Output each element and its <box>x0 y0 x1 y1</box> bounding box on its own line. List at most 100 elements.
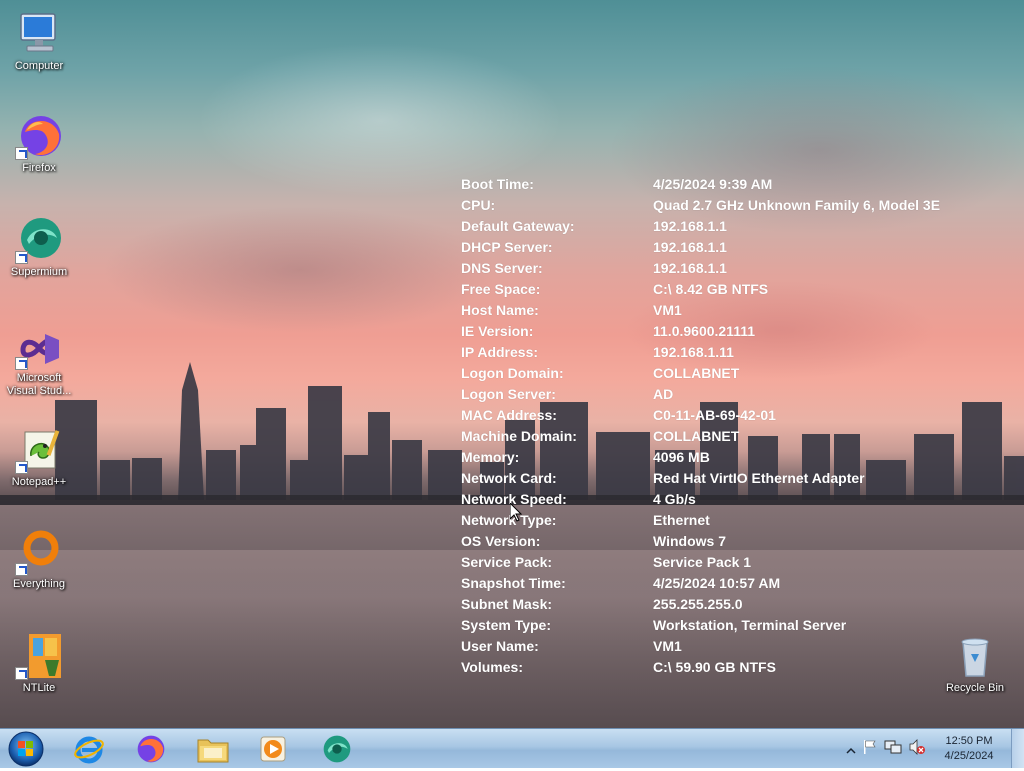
bginfo-label: Memory: <box>461 449 520 465</box>
bginfo-row: DNS Server: 192.168.1.1 <box>461 258 1013 279</box>
bginfo-label: Boot Time: <box>461 176 534 192</box>
desktop-icon-computer[interactable]: Computer <box>1 10 77 73</box>
bginfo-row: Service Pack: Service Pack 1 <box>461 552 1013 573</box>
supermium-icon <box>323 735 351 763</box>
bginfo-value: 11.0.9600.21111 <box>653 323 756 339</box>
shortcut-arrow-icon <box>15 147 28 160</box>
bginfo-value: 4 Gb/s <box>653 491 696 507</box>
bginfo-label: CPU: <box>461 197 496 213</box>
desktop-icon-ntlite[interactable]: NTLite <box>1 632 77 695</box>
bginfo-row: Logon Domain: COLLABNET <box>461 363 1013 384</box>
clock-date: 4/25/2024 <box>944 750 994 762</box>
bginfo-row: Network Type: Ethernet <box>461 510 1013 531</box>
bginfo-row: Host Name: VM1 <box>461 300 1013 321</box>
desktop-icon-visual-studio[interactable]: Microsoft Visual Stud... <box>1 328 77 398</box>
desktop-icon-label: Recycle Bin <box>945 682 1005 694</box>
show-hidden-icons-chevron-icon[interactable] <box>846 741 856 760</box>
clock-time: 12:50 PM <box>945 735 993 747</box>
firefox-icon <box>137 735 165 763</box>
bginfo-value: 4096 MB <box>653 449 710 465</box>
bginfo-value: AD <box>653 386 674 402</box>
bginfo-label: Logon Domain: <box>461 365 564 381</box>
network-icon[interactable] <box>884 739 902 759</box>
desktop-icon-label: Firefox <box>22 162 56 174</box>
shortcut-arrow-icon <box>15 563 28 576</box>
bginfo-label: IP Address: <box>461 344 539 360</box>
bginfo-row: Machine Domain: COLLABNET <box>461 426 1013 447</box>
bginfo-label: OS Version: <box>461 533 541 549</box>
desktop-icon-label: NTLite <box>22 682 56 694</box>
bginfo-value: Workstation, Terminal Server <box>653 617 847 633</box>
bginfo-row: Default Gateway: 192.168.1.1 <box>461 216 1013 237</box>
ntlite-icon <box>15 632 63 680</box>
bginfo-label: Default Gateway: <box>461 218 575 234</box>
bginfo-row: Boot Time: 4/25/2024 9:39 AM <box>461 174 1013 195</box>
bginfo-value: 4/25/2024 9:39 AM <box>653 176 773 192</box>
bginfo-label: System Type: <box>461 617 551 633</box>
desktop-icon-label: Microsoft Visual Stud... <box>6 372 72 397</box>
desktop-icon-label: Notepad++ <box>11 476 67 488</box>
start-button[interactable] <box>6 731 46 767</box>
taskbar-internet-explorer[interactable] <box>64 732 114 766</box>
bginfo-value: C:\ 59.90 GB NTFS <box>653 659 776 675</box>
taskbar-supermium[interactable] <box>312 732 362 766</box>
bginfo-row: Free Space: C:\ 8.42 GB NTFS <box>461 279 1013 300</box>
bginfo-row: Memory: 4096 MB <box>461 447 1013 468</box>
bginfo-label: Volumes: <box>461 659 523 675</box>
bginfo-row: Network Speed: 4 Gb/s <box>461 489 1013 510</box>
volume-muted-icon[interactable] <box>908 739 926 759</box>
internet-explorer-icon <box>74 736 104 764</box>
notepad-plus-plus-icon <box>15 426 63 474</box>
taskbar-media-player[interactable] <box>248 732 298 766</box>
firefox-icon <box>15 112 63 160</box>
visual-studio-icon <box>15 328 63 370</box>
bginfo-row: System Type: Workstation, Terminal Server <box>461 615 1013 636</box>
bginfo-label: Subnet Mask: <box>461 596 553 612</box>
show-desktop-button[interactable] <box>1011 729 1024 768</box>
bginfo-label: Machine Domain: <box>461 428 577 444</box>
bginfo-label: Network Type: <box>461 512 557 528</box>
desktop-icon-supermium[interactable]: Supermium <box>1 216 77 279</box>
everything-search-icon <box>15 528 63 576</box>
bginfo-value: COLLABNET <box>653 365 740 381</box>
bginfo-value: 4/25/2024 10:57 AM <box>653 575 781 591</box>
bginfo-value: 192.168.1.1 <box>653 260 727 276</box>
desktop-icon-label: Supermium <box>10 266 68 278</box>
bginfo-row: MAC Address: C0-11-AB-69-42-01 <box>461 405 1013 426</box>
bginfo-value: Quad 2.7 GHz Unknown Family 6, Model 3E <box>653 197 941 213</box>
bginfo-label: Logon Server: <box>461 386 556 402</box>
shortcut-arrow-icon <box>15 461 28 474</box>
desktop-icon-label: Everything <box>13 578 65 590</box>
folder-icon <box>197 739 229 763</box>
bginfo-row: Volumes: C:\ 59.90 GB NTFS <box>461 657 1013 678</box>
taskbar-file-explorer[interactable] <box>188 732 238 766</box>
bginfo-label: Snapshot Time: <box>461 575 566 591</box>
bginfo-row: Snapshot Time: 4/25/2024 10:57 AM <box>461 573 1013 594</box>
bginfo-value: 255.255.255.0 <box>653 596 743 612</box>
bginfo-label: DNS Server: <box>461 260 543 276</box>
media-player-icon <box>260 736 286 762</box>
taskbar-clock[interactable]: 12:50 PM 4/25/2024 <box>934 734 1004 764</box>
bginfo-row: IE Version: 11.0.9600.21111 <box>461 321 1013 342</box>
bginfo-label: DHCP Server: <box>461 239 553 255</box>
desktop-icon-everything[interactable]: Everything <box>1 528 77 591</box>
shortcut-arrow-icon <box>15 251 28 264</box>
bginfo-label: Host Name: <box>461 302 539 318</box>
bginfo-row: Logon Server: AD <box>461 384 1013 405</box>
bginfo-value: Ethernet <box>653 512 710 528</box>
desktop-icon-notepad-plus-plus[interactable]: Notepad++ <box>1 426 77 489</box>
bginfo-system-info: Boot Time: 4/25/2024 9:39 AM CPU: Quad 2.7 … <box>461 174 1013 678</box>
bginfo-label: MAC Address: <box>461 407 557 423</box>
bginfo-value: 192.168.1.1 <box>653 218 727 234</box>
action-center-flag-icon[interactable] <box>862 739 878 759</box>
desktop-icon-firefox[interactable]: Firefox <box>1 112 77 175</box>
supermium-icon <box>15 216 63 264</box>
mouse-cursor-icon <box>510 503 522 522</box>
bginfo-row: CPU: Quad 2.7 GHz Unknown Family 6, Model… <box>461 195 1013 216</box>
taskbar-firefox[interactable] <box>126 732 176 766</box>
taskbar: 12:50 PM 4/25/2024 <box>0 728 1024 768</box>
bginfo-label: Service Pack: <box>461 554 553 570</box>
bginfo-row: OS Version: Windows 7 <box>461 531 1013 552</box>
windows-start-orb-icon <box>8 731 44 767</box>
bginfo-label: User Name: <box>461 638 539 654</box>
